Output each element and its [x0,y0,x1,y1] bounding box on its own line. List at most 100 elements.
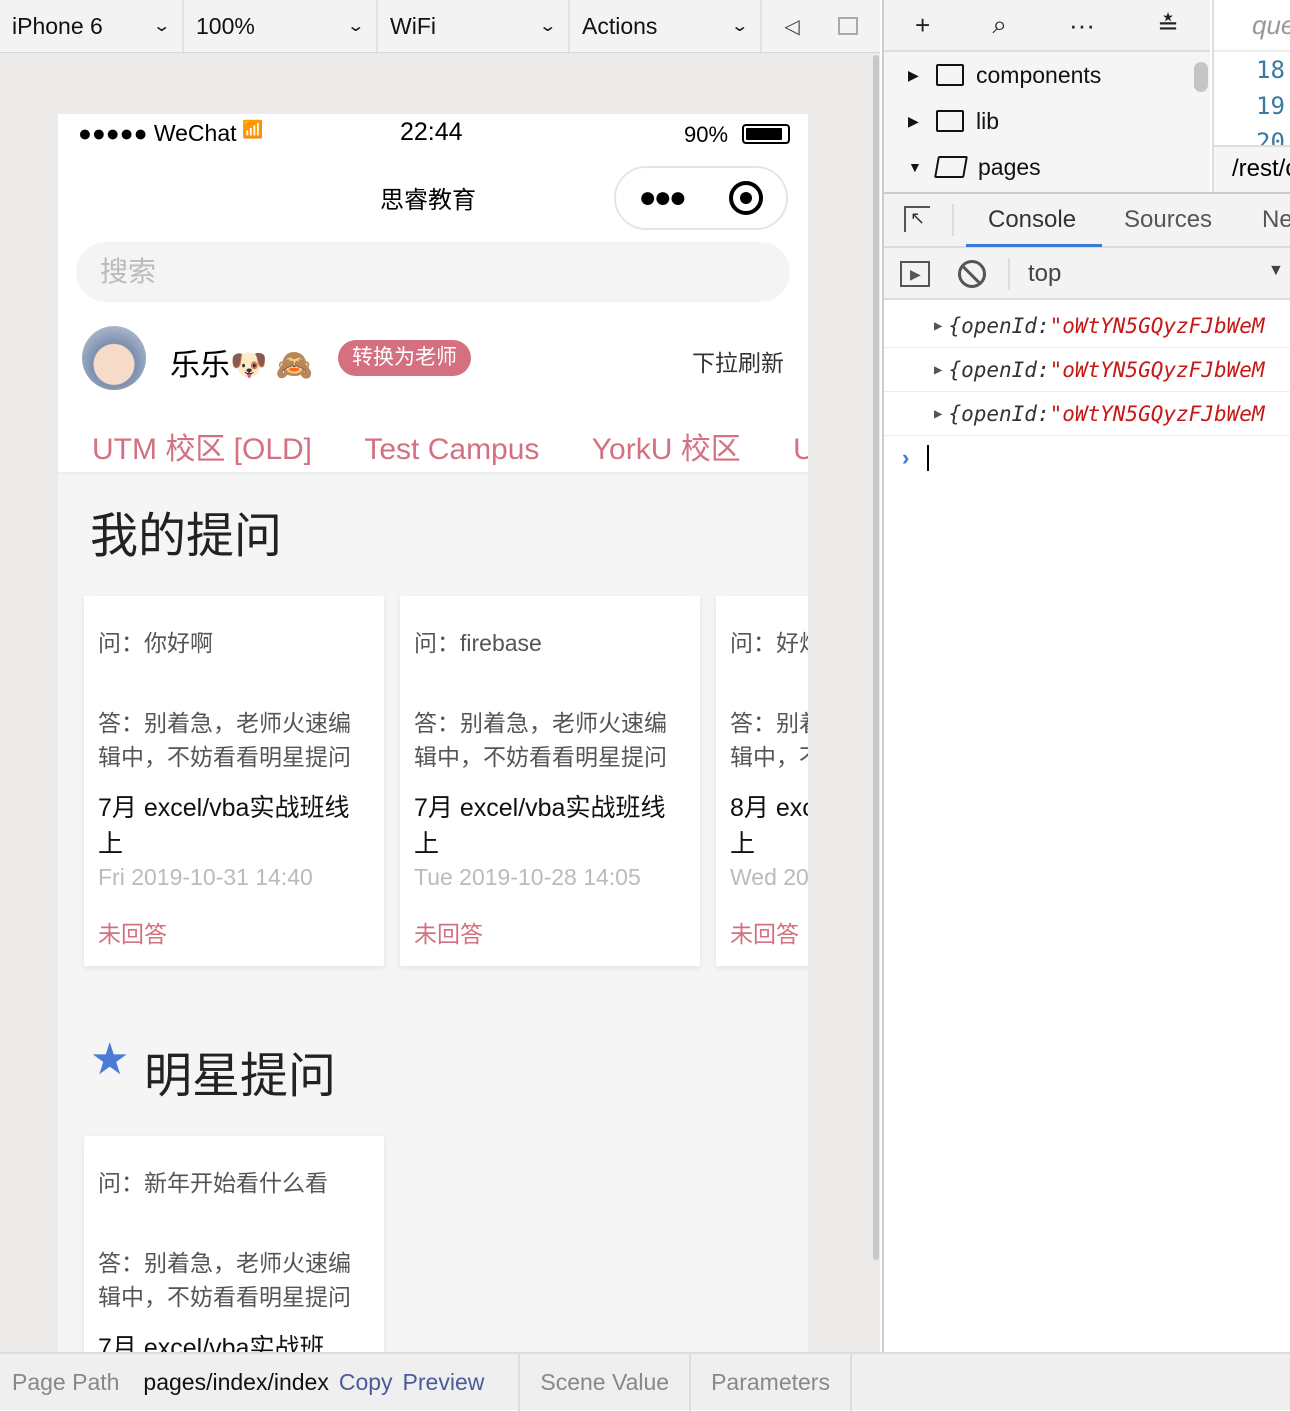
campus-tab[interactable]: YorkU 校区 [592,433,741,466]
question-text: 问：好烦了 [730,630,808,656]
line-number: 19 [1256,92,1285,120]
line-number: 20 [1256,128,1285,145]
campus-tab[interactable]: Test Campus [364,433,539,466]
expand-icon[interactable]: ▶ [934,318,942,334]
log-value: "oWtYN5GQyzFJbWeM [1049,357,1265,382]
campus-tab[interactable]: U [793,433,808,466]
inspect-element-icon[interactable]: ↖ [904,206,930,232]
answer-text: 答：别着急，老师火速编辑中，不妨看看明星提问 [414,710,667,770]
folder-open-icon [934,156,968,178]
question-card[interactable]: 问：firebase 答：别着急，老师火速编辑中，不妨看看明星提问 7月 exc… [400,596,700,966]
actions-label: Actions [582,12,658,39]
question-text: 问：firebase [414,630,542,656]
tree-item-pages[interactable]: ▼ pages [908,144,1210,190]
expand-icon[interactable]: ▶ [934,406,942,422]
question-date: Fri 2019-10-31 14:40 [98,864,313,890]
question-text: 问：新年开始看什么看 [98,1170,328,1196]
course-name: 8月 excel/vba实战班线上 [730,794,808,858]
request-path: /rest/c [1212,145,1290,192]
actions-select[interactable]: Actions ⌄ [570,0,762,52]
tree-item-label: pages [978,153,1041,180]
device-select[interactable]: iPhone 6 ⌄ [0,0,184,52]
preview-link[interactable]: Preview [403,1369,485,1396]
collapse-icon[interactable]: ≛ [1157,10,1179,41]
zoom-label: 100% [196,12,255,39]
window-icon[interactable] [822,0,874,52]
scrollbar[interactable] [873,55,879,1260]
clock: 22:44 [400,118,463,146]
switch-to-teacher-button[interactable]: 转换为老师 [338,340,471,376]
answer-text: 答：别着急，老师火速编辑中，不妨看看明星提问 [98,710,351,770]
page-path-value: pages/index/index [143,1368,329,1395]
question-date: Tue 2019-10-28 14:05 [414,864,641,890]
capsule-menu: ●●● [614,166,788,230]
parameters-button[interactable]: Parameters [711,1369,830,1396]
device-label: iPhone 6 [12,12,103,39]
wifi-icon: 📶 [242,120,264,139]
dropdown-arrow-icon[interactable]: ▼ [1268,262,1284,280]
console-prompt[interactable]: › [884,436,1290,480]
mute-icon[interactable]: ◁ [762,0,822,52]
network-select[interactable]: WiFi ⌄ [378,0,570,52]
tree-item-label: lib [976,107,1000,134]
my-questions-heading: 我的提问 [90,510,283,563]
question-text: 问：你好啊 [98,630,213,656]
course-name: 7月 excel/vba实战班线上 [414,794,666,858]
explorer-toolbar: + ⌕ ··· ≛ [884,0,1210,52]
log-entry[interactable]: ▶ {openId: "oWtYN5GQyzFJbWeM [884,348,1290,392]
user-name: 乐乐🐶 🙈 [170,349,314,382]
add-file-icon[interactable]: + [915,10,930,41]
tree-item-label: components [976,61,1102,88]
search-icon[interactable]: ⌕ [992,9,1007,41]
chevron-down-icon: ⌄ [537,18,557,35]
carrier-label: ●●●●● WeChat [78,120,237,146]
star-question-card[interactable]: 问：新年开始看什么看 答：别着急，老师火速编辑中，不妨看看明星提问 7月 exc… [84,1136,384,1352]
status-badge: 未回答 [414,921,483,947]
tab-network[interactable]: Ne [1262,206,1290,234]
copy-link[interactable]: Copy [339,1369,393,1396]
answer-text: 答：别着急，老师火速编辑中，不妨看看明星提问 [98,1250,351,1310]
pull-refresh-hint: 下拉刷新 [692,350,784,376]
context-select[interactable]: top [1028,260,1061,288]
devtools-tabs: ↖ Console Sources Ne [884,192,1290,248]
sidebar-toggle-icon[interactable]: ▶ [900,261,930,287]
campus-tabs: UTM 校区 [OLD] Test Campus YorkU 校区 U [92,424,808,468]
log-value: "oWtYN5GQyzFJbWeM [1049,313,1265,338]
more-icon[interactable]: ··· [1069,10,1095,41]
search-input[interactable]: 搜索 [76,242,790,302]
star-questions-heading: 明星提问 [144,1050,337,1103]
course-name: 7月 excel/vba实战班线上 [98,794,350,858]
file-tree: ▶ components ▶ lib ▼ pages [884,52,1210,192]
editor-tab[interactable]: que [1214,0,1290,52]
active-tab-indicator [966,244,1102,247]
battery-icon [742,124,790,144]
tree-item-lib[interactable]: ▶ lib [908,98,1210,144]
bottom-bar: Page Path pages/index/index Copy Preview… [0,1352,1290,1411]
scene-value-button[interactable]: Scene Value [540,1369,669,1396]
tab-console[interactable]: Console [988,206,1076,234]
page-path-label: Page Path [12,1368,120,1395]
simulator-toolbar: iPhone 6 ⌄ 100% ⌄ WiFi ⌄ Actions ⌄ ◁ [0,0,880,53]
code-editor[interactable]: que 18 19 20 [1212,0,1290,145]
prompt-icon: › [902,445,910,470]
log-key: {openId: [948,401,1050,426]
tree-item-components[interactable]: ▶ components [908,52,1210,98]
avatar[interactable] [82,326,146,390]
chevron-down-icon: ⌄ [151,18,171,35]
more-icon[interactable]: ●●● [639,181,687,215]
simulator-panel: iPhone 6 ⌄ 100% ⌄ WiFi ⌄ Actions ⌄ ◁ ●●●●● W… [0,0,880,1352]
question-card[interactable]: 问：你好啊 答：别着急，老师火速编辑中，不妨看看明星提问 7月 excel/vb… [84,596,384,966]
zoom-select[interactable]: 100% ⌄ [184,0,378,52]
close-miniprogram-icon[interactable] [729,181,764,215]
log-entry[interactable]: ▶ {openId: "oWtYN5GQyzFJbWeM [884,392,1290,436]
question-card[interactable]: 问：好烦了 答：别着急，老师火速编辑中，不妨看看明星提问 8月 excel/vb… [716,596,808,966]
folder-icon [936,64,964,86]
clear-console-icon[interactable] [958,260,986,288]
expand-icon[interactable]: ▶ [934,362,942,378]
battery-percent: 90% [684,122,729,147]
campus-tab[interactable]: UTM 校区 [OLD] [92,433,312,466]
network-label: WiFi [390,12,436,39]
log-entry[interactable]: ▶ {openId: "oWtYN5GQyzFJbWeM [884,304,1290,348]
tab-sources[interactable]: Sources [1124,206,1212,234]
scrollbar[interactable] [1194,62,1208,92]
